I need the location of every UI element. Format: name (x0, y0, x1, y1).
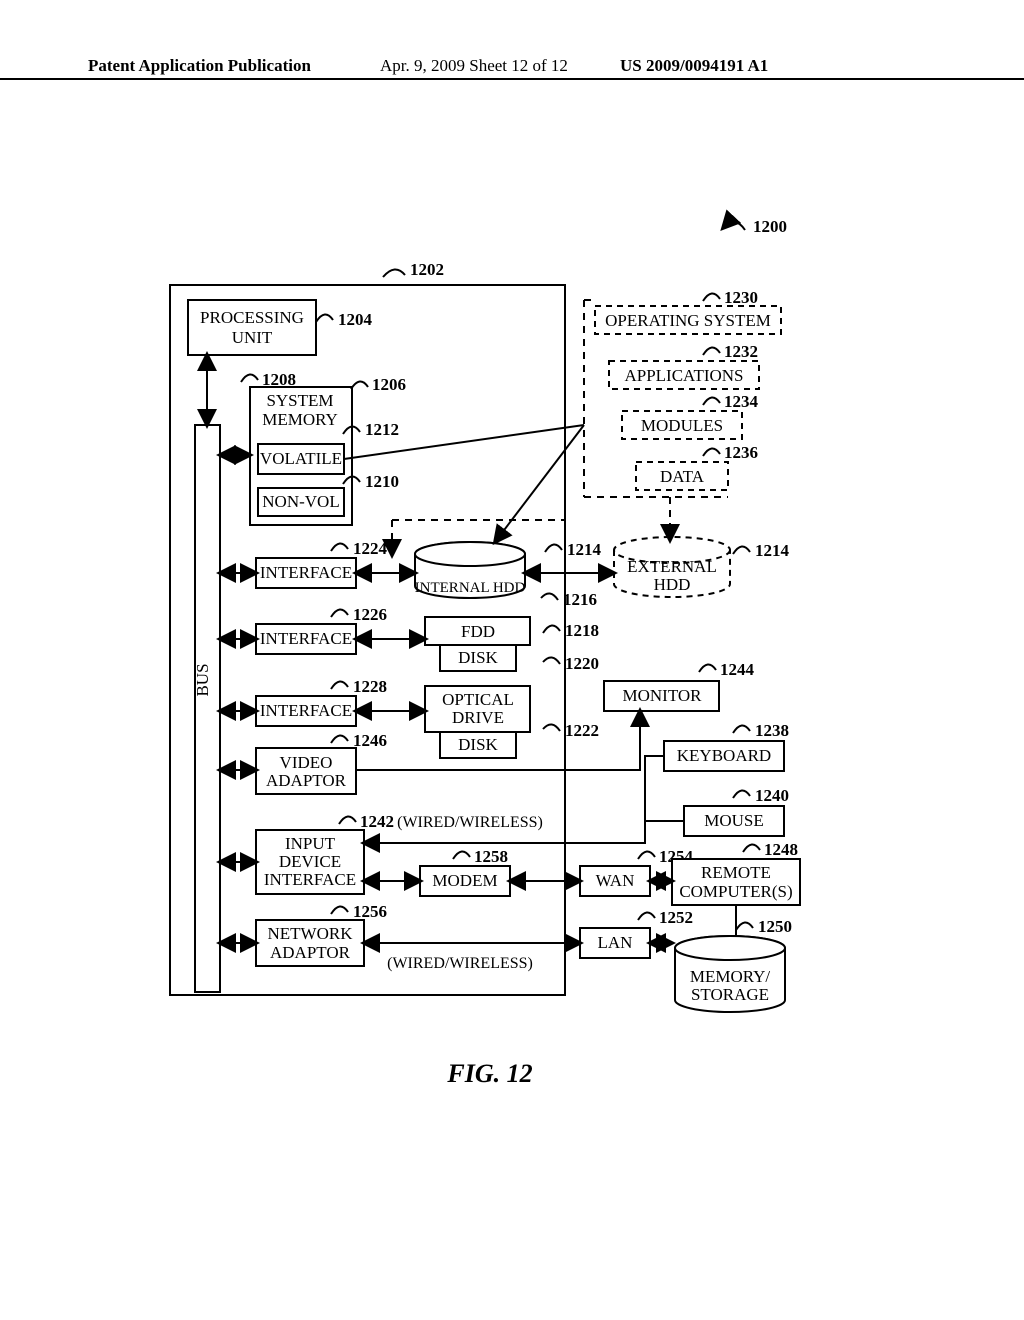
keyboard-label: KEYBOARD (677, 746, 771, 765)
sysmem-l2: MEMORY (262, 410, 338, 429)
processing-unit-l2: UNIT (232, 328, 273, 347)
ref-1238: 1238 (755, 721, 789, 740)
video-l2: ADAPTOR (266, 771, 347, 790)
optical-l1: OPTICAL (442, 690, 514, 709)
leader-1202 (383, 269, 405, 277)
leader-1250 (736, 922, 753, 930)
interface2-label: INTERFACE (260, 629, 352, 648)
bus-label: BUS (193, 663, 212, 696)
ref-1236: 1236 (724, 443, 758, 462)
input-l2: DEVICE (279, 852, 341, 871)
fdd-label: FDD (461, 622, 495, 641)
ref-1212: 1212 (365, 420, 399, 439)
ref-1220: 1220 (565, 654, 599, 673)
ref-1234: 1234 (724, 392, 759, 411)
modules-label: MODULES (641, 416, 723, 435)
ref-1200: 1200 (753, 217, 787, 236)
leader-1252 (638, 912, 655, 920)
disk2-label: DISK (458, 735, 498, 754)
input-l1: INPUT (285, 834, 336, 853)
ref-1258: 1258 (474, 847, 508, 866)
modem-label: MODEM (432, 871, 497, 890)
ref-1230: 1230 (724, 288, 758, 307)
bus-box (195, 425, 220, 992)
exthdd-l2: HDD (654, 575, 691, 594)
data-label: DATA (660, 467, 705, 486)
diagram-svg: 1200 1202 BUS PROCESSING UNIT 1204 SYSTE… (0, 0, 1024, 1320)
ref-1224: 1224 (353, 539, 388, 558)
remote-l1: REMOTE (701, 863, 771, 882)
nonvol-label: NON-VOL (262, 492, 339, 511)
leader-1238 (733, 725, 750, 733)
ref-1228: 1228 (353, 677, 387, 696)
processing-unit-l1: PROCESSING (200, 308, 304, 327)
leader-1244 (699, 664, 716, 672)
wan-label: WAN (596, 871, 635, 890)
wired-wireless-1: (WIRED/WIRELESS) (397, 814, 543, 831)
ref-1206: 1206 (372, 375, 406, 394)
leader-1214b (733, 546, 750, 554)
ref-1252: 1252 (659, 908, 693, 927)
ref-1248: 1248 (764, 840, 798, 859)
leader-1254 (638, 851, 655, 859)
ref-1246: 1246 (353, 731, 387, 750)
monitor-label: MONITOR (622, 686, 702, 705)
ref-1202: 1202 (410, 260, 444, 279)
interface1-label: INTERFACE (260, 563, 352, 582)
disk1-label: DISK (458, 648, 498, 667)
leader-1232 (703, 347, 720, 355)
leader-1248 (743, 844, 760, 852)
ref-1208: 1208 (262, 370, 296, 389)
exthdd-l1: EXTERNAL (627, 557, 717, 576)
memstore-l2: STORAGE (691, 985, 769, 1004)
ref-1216: 1216 (563, 590, 597, 609)
ref-1242: 1242 (360, 812, 394, 831)
ref-1232: 1232 (724, 342, 758, 361)
leader-1234 (703, 397, 720, 405)
net-l2: ADAPTOR (270, 943, 351, 962)
mouse-label: MOUSE (704, 811, 764, 830)
leader-1240 (733, 790, 750, 798)
memstore-l1: MEMORY/ (690, 967, 771, 986)
ref-1240: 1240 (755, 786, 789, 805)
ref-1218: 1218 (565, 621, 599, 640)
input-l3: INTERFACE (264, 870, 356, 889)
leader-1230 (703, 293, 720, 301)
lan-label: LAN (598, 933, 633, 952)
leader-1236 (703, 448, 720, 456)
ref-1256: 1256 (353, 902, 387, 921)
ref-1210: 1210 (365, 472, 399, 491)
ref-1214a: 1214 (567, 540, 602, 559)
net-l1: NETWORK (268, 924, 354, 943)
figure-label: FIG. 12 (446, 1059, 532, 1088)
ref-1226: 1226 (353, 605, 387, 624)
sysmem-l1: SYSTEM (266, 391, 333, 410)
remote-l2: COMPUTER(S) (679, 882, 792, 901)
video-l1: VIDEO (280, 753, 333, 772)
internal-hdd-label: INTERNAL HDD (415, 580, 526, 596)
ref-1222: 1222 (565, 721, 599, 740)
os-label: OPERATING SYSTEM (605, 311, 771, 330)
interface3-label: INTERFACE (260, 701, 352, 720)
ref-1250: 1250 (758, 917, 792, 936)
apps-label: APPLICATIONS (624, 366, 743, 385)
volatile-label: VOLATILE (260, 449, 342, 468)
optical-l2: DRIVE (452, 708, 504, 727)
ref-1214b: 1214 (755, 541, 790, 560)
wired-wireless-2: (WIRED/WIRELESS) (387, 955, 533, 972)
leader-1200 (723, 222, 745, 230)
ref-1204: 1204 (338, 310, 373, 329)
ref-1244: 1244 (720, 660, 755, 679)
